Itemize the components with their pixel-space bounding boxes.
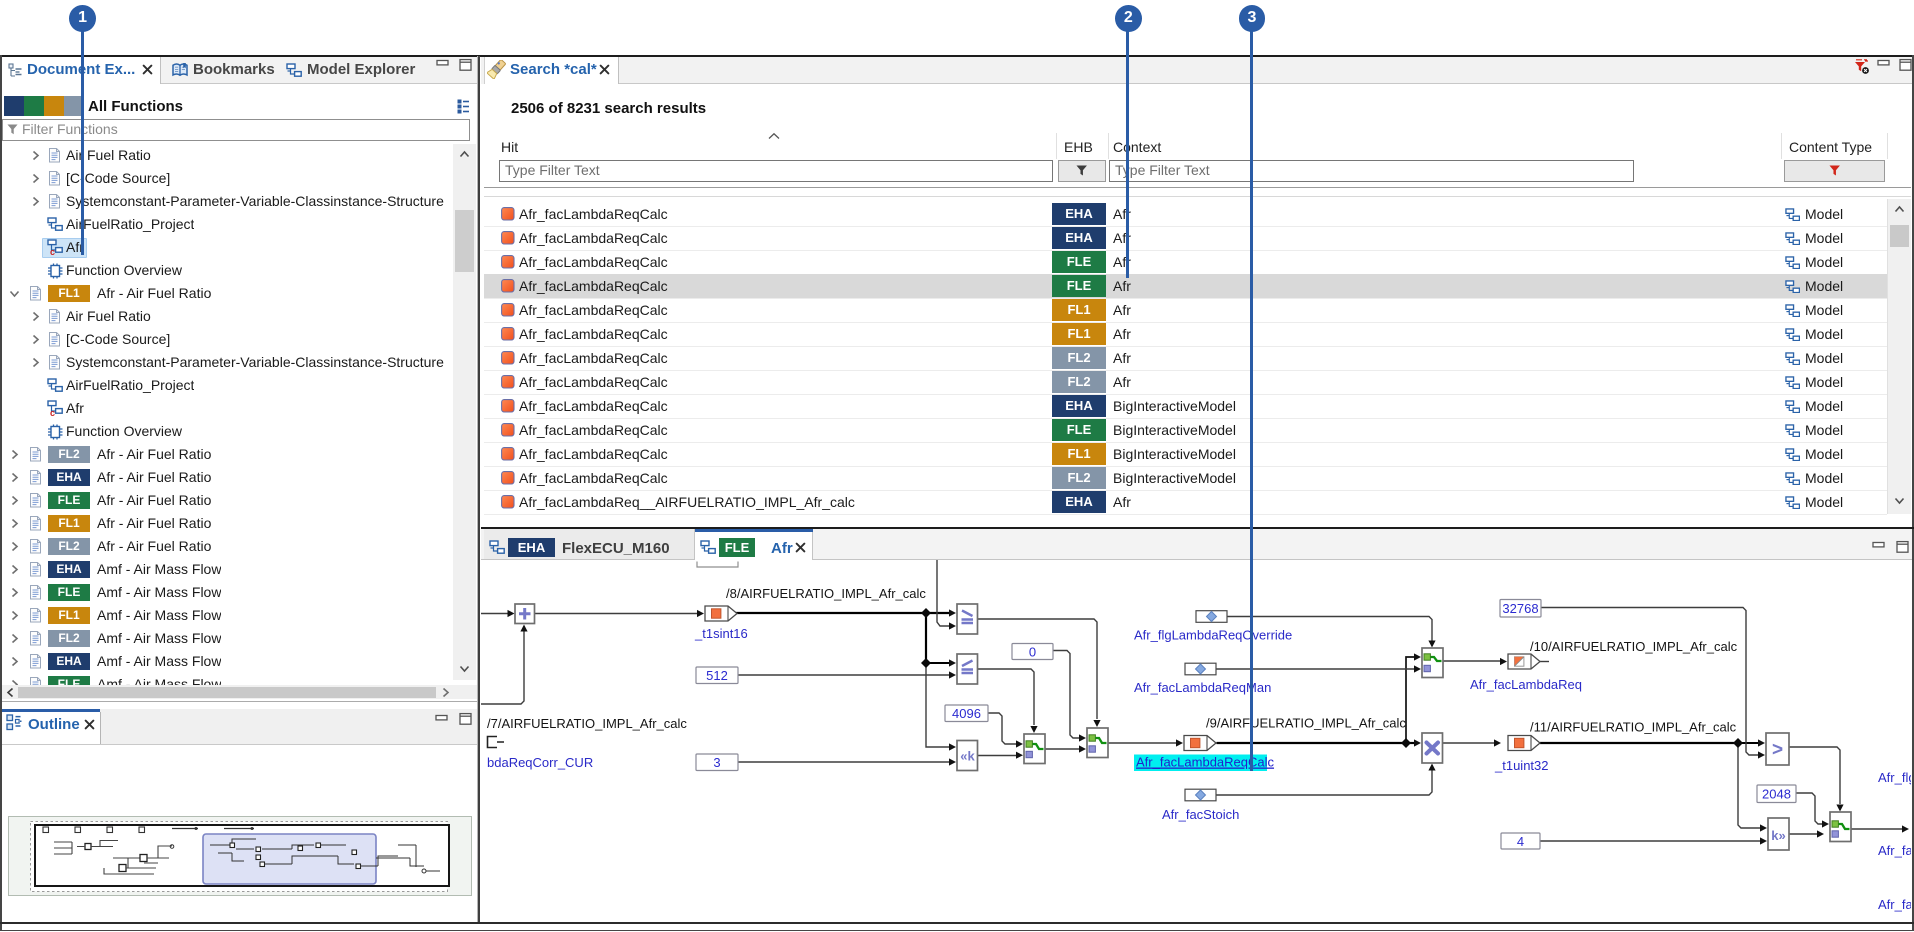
svg-text:Afr_flgLambdaReqOverride: Afr_flgLambdaReqOverride — [1134, 628, 1292, 643]
svg-text:Afr_facStoich: Afr_facStoich — [1162, 807, 1239, 822]
svg-text:512: 512 — [706, 668, 728, 683]
svg-text:4: 4 — [1517, 834, 1524, 849]
svg-text:/8/AIRFUELRATIO_IMPL_Afr_calc: /8/AIRFUELRATIO_IMPL_Afr_calc — [726, 586, 926, 601]
svg-text:/10/AIRFUELRATIO_IMPL_Afr_calc: /10/AIRFUELRATIO_IMPL_Afr_calc — [1530, 639, 1738, 654]
svg-text:/7/AIRFUELRATIO_IMPL_Afr_calc: /7/AIRFUELRATIO_IMPL_Afr_calc — [487, 716, 687, 731]
svg-text:32768: 32768 — [1502, 601, 1538, 616]
svg-text:4096: 4096 — [952, 706, 981, 721]
svg-text:0: 0 — [1029, 644, 1036, 659]
svg-text:«k: «k — [960, 749, 975, 764]
svg-text:>: > — [1772, 740, 1783, 761]
svg-text:/9/AIRFUELRATIO_IMPL_Afr_calc: /9/AIRFUELRATIO_IMPL_Afr_calc — [1206, 716, 1406, 731]
svg-text:_t1sint16: _t1sint16 — [694, 626, 748, 641]
svg-text:Afr_facLambdaReqCalc: Afr_facLambdaReqCalc — [1136, 755, 1275, 770]
svg-text:Afr_flgLam: Afr_flgLam — [1878, 770, 1911, 785]
svg-text:Afr_facL: Afr_facL — [1878, 897, 1911, 912]
svg-text:k»: k» — [1771, 828, 1785, 843]
svg-text:3: 3 — [713, 755, 720, 770]
svg-text:bdaReqCorr_CUR: bdaReqCorr_CUR — [487, 755, 593, 770]
svg-text:Afr_facLambdaReq: Afr_facLambdaReq — [1470, 677, 1582, 692]
svg-text:Afr_facLa: Afr_facLa — [1878, 843, 1911, 858]
svg-text:/11/AIRFUELRATIO_IMPL_Afr_calc: /11/AIRFUELRATIO_IMPL_Afr_calc — [1530, 720, 1737, 735]
svg-text:_t1uint32: _t1uint32 — [1494, 758, 1549, 773]
svg-text:2048: 2048 — [1762, 787, 1791, 802]
